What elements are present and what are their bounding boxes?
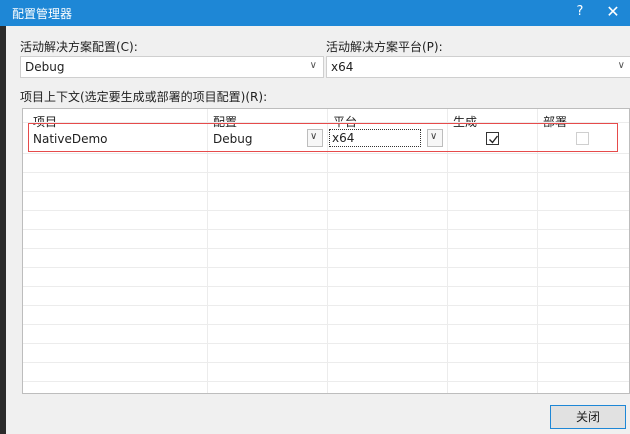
row-separator xyxy=(23,286,629,287)
row-separator xyxy=(23,305,629,306)
active-platform-select[interactable]: x64 ∨ xyxy=(326,56,630,78)
dialog-title: 配置管理器 xyxy=(12,7,73,21)
row-separator xyxy=(23,248,629,249)
cell-configuration-value[interactable]: Debug xyxy=(213,132,252,146)
cell-platform-value: x64 xyxy=(332,131,355,145)
chevron-down-icon: ∨ xyxy=(617,60,625,71)
table-row[interactable] xyxy=(28,123,618,152)
deploy-checkbox xyxy=(576,132,589,145)
row-separator xyxy=(23,153,629,154)
row-separator xyxy=(23,343,629,344)
row-separator xyxy=(23,324,629,325)
check-icon xyxy=(489,135,499,144)
help-icon[interactable]: ? xyxy=(572,4,588,19)
configuration-manager-dialog: 配置管理器 ? ✕ 活动解决方案配置(C): Debug ∨ 活动解决方案平台(… xyxy=(0,0,630,434)
platform-dropdown-button[interactable]: ∨ xyxy=(427,129,443,147)
cell-project-name: NativeDemo xyxy=(33,132,108,146)
row-separator xyxy=(23,229,629,230)
chevron-down-icon: ∨ xyxy=(309,60,317,71)
configuration-dropdown-button[interactable]: ∨ xyxy=(307,129,323,147)
project-contexts-label: 项目上下文(选定要生成或部署的项目配置)(R): xyxy=(20,90,268,104)
row-separator xyxy=(23,191,629,192)
row-separator xyxy=(23,362,629,363)
active-config-select[interactable]: Debug ∨ xyxy=(20,56,324,78)
close-icon[interactable]: ✕ xyxy=(604,2,622,21)
active-platform-value: x64 xyxy=(331,60,354,74)
platform-select[interactable]: x64 xyxy=(329,129,421,147)
chevron-down-icon: ∨ xyxy=(430,131,438,142)
close-button[interactable]: 关闭 xyxy=(550,405,626,429)
row-separator xyxy=(23,172,629,173)
row-separator xyxy=(23,267,629,268)
row-separator xyxy=(23,210,629,211)
title-bar: 配置管理器 ? ✕ xyxy=(0,0,630,26)
active-config-value: Debug xyxy=(25,60,65,74)
active-config-label: 活动解决方案配置(C): xyxy=(20,40,138,54)
project-contexts-grid: 项目 配置 平台 生成 部署 NativeDemo Debug ∨ x64 ∨ xyxy=(22,108,630,394)
build-checkbox[interactable] xyxy=(486,132,499,145)
active-platform-label: 活动解决方案平台(P): xyxy=(326,40,443,54)
chevron-down-icon: ∨ xyxy=(310,131,318,142)
row-separator xyxy=(23,381,629,382)
